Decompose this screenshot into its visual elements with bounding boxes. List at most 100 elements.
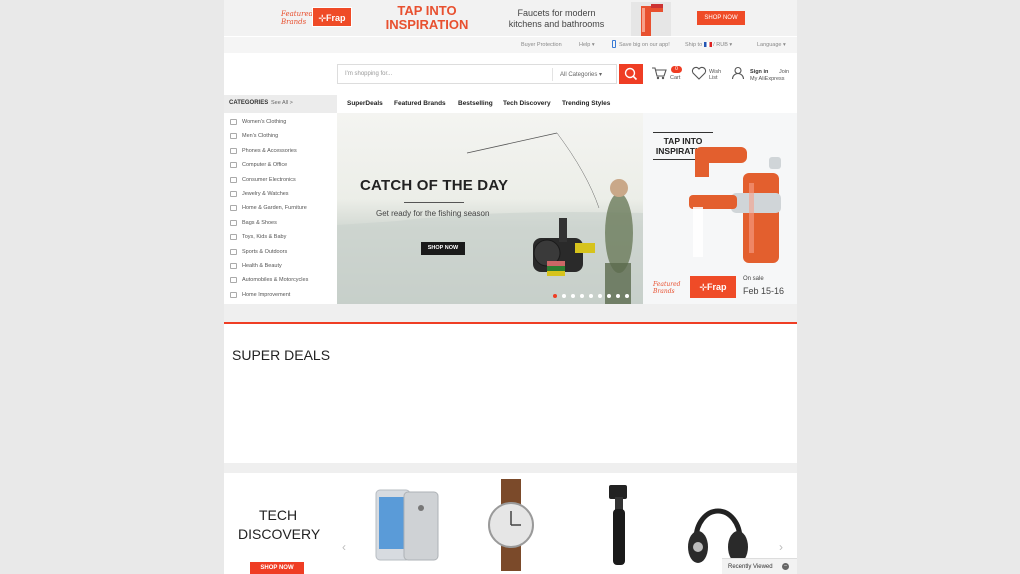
- section-spacer: [224, 463, 797, 473]
- carousel-dot[interactable]: [589, 294, 593, 298]
- category-item[interactable]: Computer & Office: [224, 158, 337, 172]
- my-aliexpress-link[interactable]: My AliExpress: [750, 76, 785, 82]
- carousel-dot[interactable]: [598, 294, 602, 298]
- tech-title-line1: TECH: [258, 507, 298, 523]
- category-label: Bags & Shoes: [242, 219, 277, 226]
- category-item[interactable]: Phones & Accessories: [224, 144, 337, 158]
- category-icon: [230, 119, 237, 125]
- search-bar[interactable]: I'm shopping for... All Categories ▾: [337, 64, 617, 84]
- category-item[interactable]: Sports & Outdoors: [224, 245, 337, 259]
- faucet-image: [631, 2, 671, 36]
- category-label: Women's Clothing: [242, 119, 287, 125]
- tap-line2: INSPIRATION: [385, 17, 469, 32]
- collapse-icon[interactable]: –: [782, 563, 789, 570]
- nav-tab[interactable]: Featured Brands: [394, 100, 446, 107]
- nav-tab[interactable]: Bestselling: [458, 100, 493, 107]
- gimbal-product-image[interactable]: [604, 483, 634, 567]
- category-label: Men's Clothing: [242, 133, 279, 140]
- help-link[interactable]: Help ▾: [579, 42, 595, 48]
- flag-icon: [703, 42, 712, 48]
- category-label: Health & Beauty: [242, 263, 282, 269]
- category-icon: [230, 263, 237, 269]
- faucet-image: [689, 147, 781, 263]
- section-divider: [224, 322, 797, 324]
- category-label: Jewelry & Watches: [242, 191, 289, 197]
- category-list: Women's Clothing Men's Clothing Phones & A…: [224, 113, 337, 304]
- see-all-link[interactable]: See All >: [271, 100, 293, 106]
- category-item[interactable]: Home & Garden, Furniture: [224, 201, 337, 215]
- category-label: Home Improvement: [242, 291, 291, 298]
- carousel-dot[interactable]: [553, 294, 557, 298]
- nav-tab[interactable]: Tech Discovery: [503, 100, 551, 107]
- buyer-protection-link[interactable]: Buyer Protection: [521, 42, 562, 48]
- category-icon: [230, 162, 237, 169]
- category-icon: [230, 219, 237, 226]
- category-item[interactable]: Women's Clothing: [224, 115, 337, 129]
- ship-to-selector[interactable]: Ship to / RUB ▾: [685, 42, 732, 48]
- frap-logo-text: Frap: [326, 13, 346, 23]
- join-link[interactable]: Join: [779, 69, 789, 75]
- categories-title: CATEGORIES: [229, 100, 269, 106]
- featured-brands-logo: Featured Brands: [281, 10, 313, 26]
- category-item[interactable]: Toys, Kids & Baby: [224, 230, 337, 244]
- watch-product-image[interactable]: [486, 479, 536, 571]
- search-input[interactable]: I'm shopping for...: [345, 71, 392, 77]
- chevron-left-icon[interactable]: ‹: [342, 540, 346, 554]
- carousel-dot[interactable]: [607, 294, 611, 298]
- tap-into-inspiration-heading: TAP INTO INSPIRATION: [382, 4, 472, 32]
- hero-shop-now-button[interactable]: SHOP NOW: [421, 242, 465, 255]
- category-icon: [230, 176, 237, 183]
- category-item[interactable]: Men's Clothing: [224, 129, 337, 143]
- wish-list-link[interactable]: Wish List: [709, 69, 721, 81]
- category-item[interactable]: Jewelry & Watches: [224, 187, 337, 201]
- utility-nav: Buyer Protection Help ▾ Save big on our …: [224, 37, 797, 53]
- category-label: Sports & Outdoors: [242, 248, 288, 255]
- top-banner-shop-now-button[interactable]: SHOP NOW: [697, 11, 745, 25]
- recently-viewed-panel[interactable]: Recently Viewed –: [722, 558, 797, 574]
- cart-icon[interactable]: [651, 66, 667, 80]
- category-item[interactable]: Health & Beauty: [224, 259, 337, 273]
- carousel-dot[interactable]: [625, 294, 629, 298]
- category-item[interactable]: Consumer Electronics: [224, 173, 337, 187]
- sign-in-link[interactable]: Sign in: [750, 69, 768, 75]
- wish-line2: List: [709, 75, 718, 81]
- hero-carousel[interactable]: CATCH OF THE DAY Get ready for the fishi…: [337, 113, 643, 304]
- carousel-dot[interactable]: [571, 294, 575, 298]
- language-label: Language: [757, 42, 782, 48]
- nav-tab[interactable]: SuperDeals: [347, 100, 383, 107]
- category-dropdown[interactable]: All Categories ▾: [560, 71, 602, 78]
- category-item[interactable]: Home Improvement: [224, 288, 337, 302]
- on-sale-label: On sale: [743, 276, 764, 282]
- category-item[interactable]: Automobiles & Motorcycles: [224, 273, 337, 287]
- category-icon: [230, 277, 237, 284]
- nav-tab[interactable]: Trending Styles: [562, 100, 610, 107]
- language-selector[interactable]: Language ▾: [757, 42, 786, 48]
- side-promo-banner[interactable]: TAP INTO INSPIRATION Featured Brands ⊹Fr…: [643, 113, 797, 304]
- carousel-dot[interactable]: [616, 294, 620, 298]
- tech-discovery-title: TECH DISCOVERY: [238, 506, 320, 544]
- chevron-right-icon[interactable]: ›: [779, 540, 783, 554]
- brands-line1: Featured: [281, 10, 314, 18]
- category-icon: [230, 191, 237, 197]
- user-icon[interactable]: [731, 66, 745, 80]
- recently-viewed-label: Recently Viewed: [728, 564, 773, 570]
- category-item[interactable]: Bags & Shoes: [224, 216, 337, 230]
- tech-shop-now-button[interactable]: SHOP NOW: [250, 562, 304, 574]
- save-app-link[interactable]: Save big on our app!: [619, 42, 670, 48]
- top-promo-banner[interactable]: Featured Brands ⊹Frap TAP INTO INSPIRATI…: [224, 0, 797, 36]
- category-icon: [230, 133, 237, 140]
- section-spacer: [224, 304, 797, 322]
- frap-logo: ⊹Frap: [312, 7, 352, 27]
- category-label: Home & Garden, Furniture: [242, 205, 307, 212]
- phone-icon: [612, 40, 616, 48]
- carousel-dot[interactable]: [580, 294, 584, 298]
- category-label: Toys, Kids & Baby: [242, 234, 287, 241]
- carousel-dot[interactable]: [562, 294, 566, 298]
- category-icon: [230, 248, 237, 255]
- heart-icon[interactable]: [691, 66, 707, 80]
- cart-label[interactable]: Cart: [670, 75, 680, 81]
- search-button[interactable]: [619, 64, 643, 84]
- featured-brands-logo: Featured Brands: [653, 281, 681, 295]
- hero-title: CATCH OF THE DAY: [360, 177, 509, 194]
- smartphone-product-image[interactable]: [374, 488, 440, 562]
